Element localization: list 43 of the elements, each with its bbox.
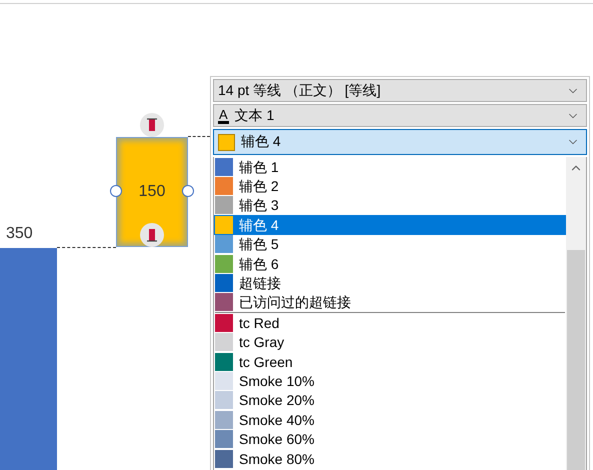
resize-handle[interactable]: [182, 185, 194, 197]
font-dropdown[interactable]: 14 pt 等线 （正文） [等线]: [213, 79, 587, 102]
data-label: 350: [6, 225, 33, 243]
option-label: Smoke 10%: [239, 372, 314, 389]
color-option[interactable]: 已访问过的超链接: [214, 292, 566, 312]
option-label: tc Red: [239, 314, 280, 331]
option-label: 辅色 6: [239, 256, 279, 272]
color-option[interactable]: Smoke 40%: [214, 410, 566, 430]
adjust-handle[interactable]: [140, 113, 164, 137]
color-option[interactable]: 超链接: [214, 273, 566, 293]
color-option[interactable]: Smoke 10%: [214, 371, 566, 391]
scrollbar-thumb[interactable]: [567, 250, 585, 470]
color-option[interactable]: 辅色 2: [214, 176, 566, 196]
option-label: Smoke 40%: [239, 412, 314, 428]
option-label: 辅色 1: [239, 158, 279, 175]
option-label: 辅色 3: [239, 197, 279, 214]
color-option[interactable]: Smoke 20%: [214, 390, 566, 410]
color-option[interactable]: 辅色 4: [214, 215, 566, 235]
option-label: Smoke 60%: [239, 431, 314, 448]
text-color-dropdown[interactable]: A 文本 1: [213, 104, 587, 127]
color-option[interactable]: 辅色 1: [214, 157, 566, 176]
color-option[interactable]: 辅色 3: [214, 196, 566, 216]
option-label: 辅色 4: [239, 216, 279, 233]
fill-color-dropdown[interactable]: 辅色 4: [213, 129, 587, 155]
adjust-handle[interactable]: [140, 223, 164, 247]
color-option[interactable]: 辅色 6: [214, 254, 566, 274]
color-option[interactable]: Smoke 80%: [214, 448, 566, 468]
resize-handle[interactable]: [110, 185, 122, 197]
option-label: 辅色 5: [239, 236, 279, 252]
callout-shape[interactable]: 150: [116, 137, 188, 247]
option-label: 辅色 2: [239, 178, 279, 194]
option-label: 超链接: [239, 275, 281, 292]
color-option[interactable]: 辅色 5: [214, 234, 566, 254]
option-label: 已访问过的超链接: [239, 294, 351, 310]
color-option[interactable]: Smoke 60%: [214, 429, 566, 449]
option-label: Smoke 20%: [239, 392, 314, 408]
option-label: tc Gray: [239, 334, 284, 350]
option-label: tc Green: [239, 354, 293, 370]
color-swatch: [218, 134, 235, 150]
color-option[interactable]: tc Green: [214, 352, 566, 372]
color-option[interactable]: tc Gray: [214, 332, 566, 352]
color-option[interactable]: tc Red: [214, 313, 566, 333]
option-label: Smoke 80%: [239, 450, 314, 467]
